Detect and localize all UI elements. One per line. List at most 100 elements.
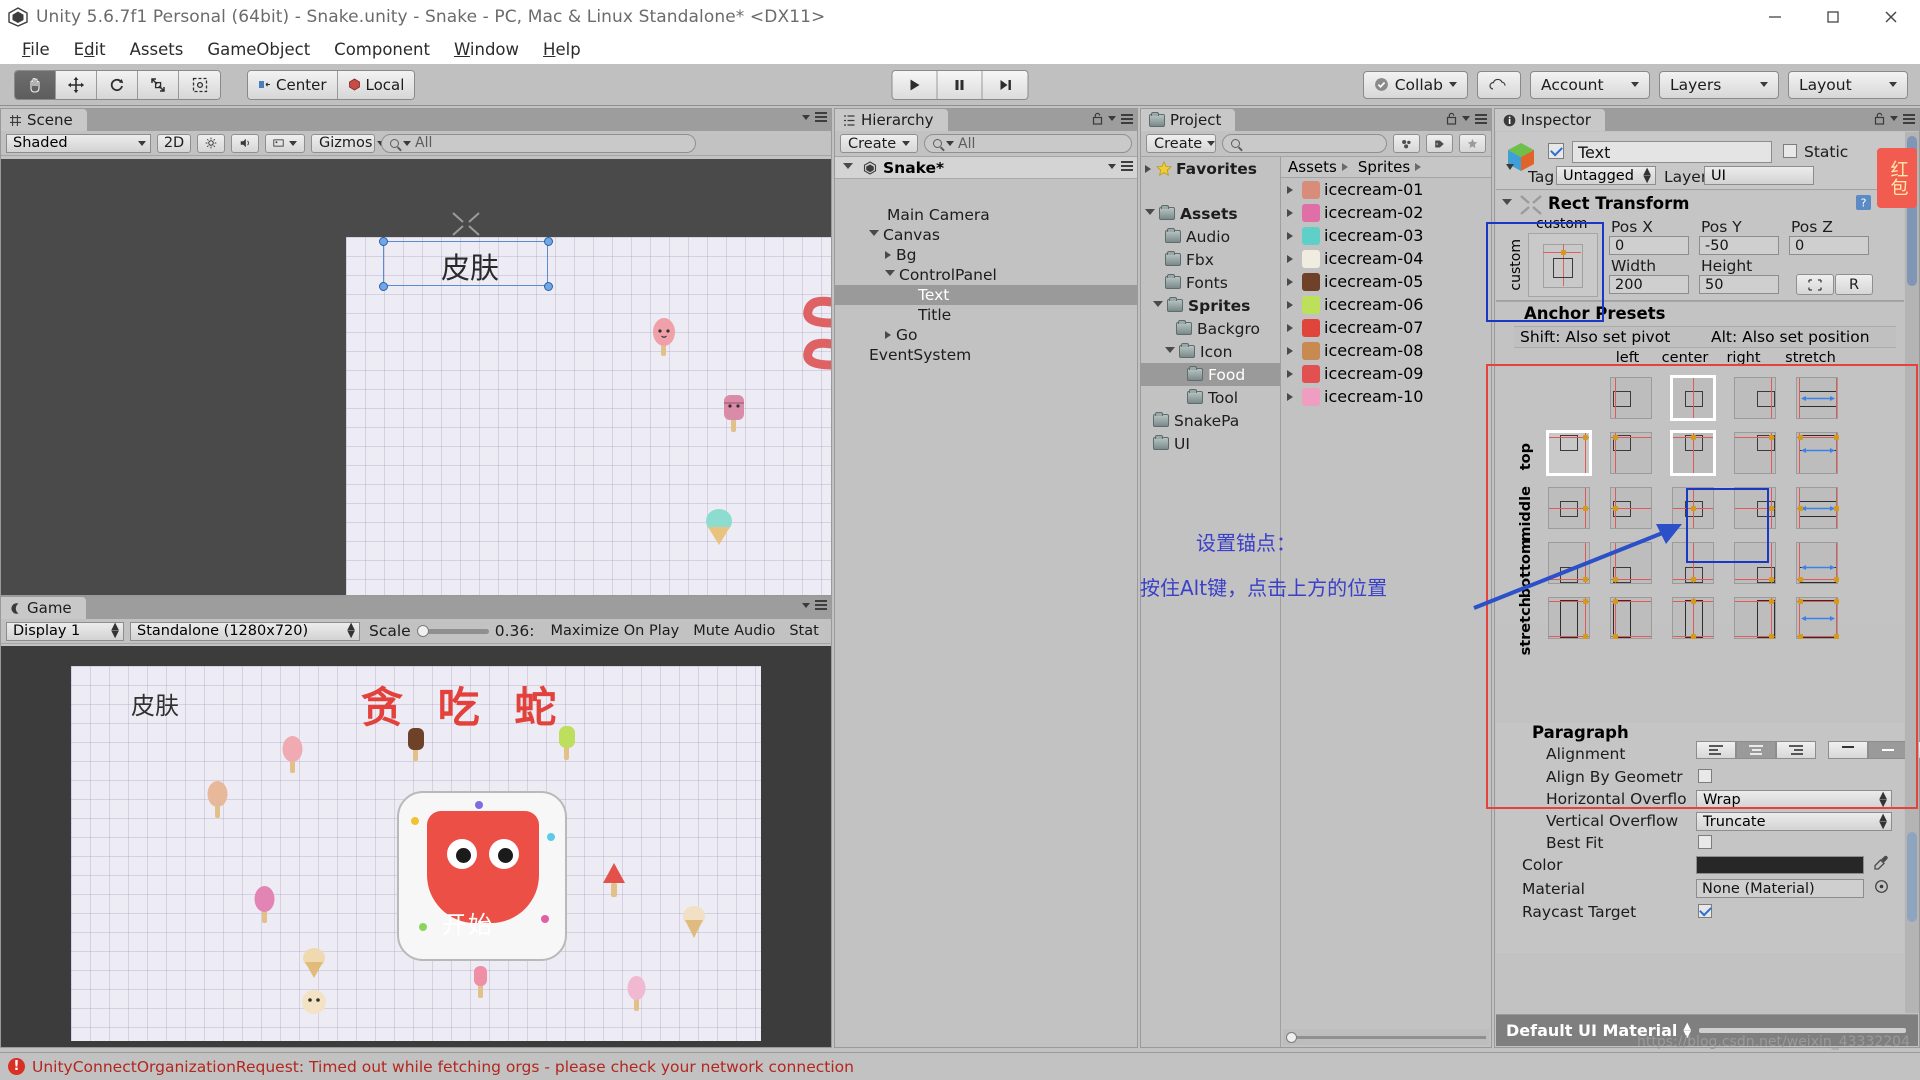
hierarchy-item-text[interactable]: Text xyxy=(835,285,1137,305)
project-tree-sprites[interactable]: Sprites xyxy=(1141,294,1280,317)
scene-search-input[interactable]: All xyxy=(381,133,696,153)
chevron-down-icon[interactable] xyxy=(1502,199,1512,209)
hierarchy-item-go[interactable]: Go xyxy=(835,325,1137,345)
scene-handle-tl[interactable] xyxy=(379,237,388,246)
rotate-tool-icon[interactable] xyxy=(97,70,138,99)
breadcrumb-assets[interactable]: Assets xyxy=(1288,158,1337,176)
project-tree-icon[interactable]: Icon xyxy=(1141,340,1280,363)
vertical-overflow-dropdown[interactable]: Truncate ▲ ▼ xyxy=(1696,812,1892,831)
display-dropdown[interactable]: Display 1 ▲ ▼ xyxy=(6,621,124,641)
step-button[interactable] xyxy=(982,70,1028,99)
project-tree-fonts[interactable]: Fonts xyxy=(1141,271,1280,294)
close-icon[interactable] xyxy=(1862,0,1920,34)
chevron-right-icon[interactable] xyxy=(1287,369,1293,378)
project-tab-menu[interactable] xyxy=(1446,112,1487,125)
project-tree-snakepart[interactable]: SnakePa xyxy=(1141,409,1280,432)
menu-assets[interactable]: Assets xyxy=(118,38,196,61)
hand-tool-icon[interactable] xyxy=(15,70,56,99)
best-fit-checkbox[interactable] xyxy=(1698,835,1712,849)
chevron-right-icon[interactable] xyxy=(1287,346,1293,355)
effects-icon[interactable] xyxy=(265,133,305,153)
blueprint-mode-button[interactable] xyxy=(1796,274,1834,295)
project-tree-background[interactable]: Backgro xyxy=(1141,317,1280,340)
chevron-right-icon[interactable] xyxy=(1287,392,1293,401)
filter-by-favorite-icon[interactable] xyxy=(1459,134,1486,153)
inspector-scroll-thumb-lower[interactable] xyxy=(1907,832,1917,922)
chevron-right-icon[interactable] xyxy=(885,251,891,259)
gizmos-button[interactable]: Gizmos xyxy=(311,133,386,153)
scene-handle-tr[interactable] xyxy=(544,237,553,246)
rect-tool-icon[interactable] xyxy=(179,70,220,99)
menu-gameobject[interactable]: GameObject xyxy=(195,38,322,61)
menu-help[interactable]: Help xyxy=(531,38,593,61)
menu-icon[interactable] xyxy=(815,112,827,122)
asset-row[interactable]: icecream-10 xyxy=(1281,385,1491,408)
hierarchy-scene-row[interactable]: Snake* xyxy=(835,157,1137,179)
color-swatch[interactable] xyxy=(1696,856,1864,874)
chevron-right-icon[interactable] xyxy=(1287,323,1293,332)
asset-row[interactable]: icecream-05 xyxy=(1281,270,1491,293)
hongbao-badge[interactable]: 红包 xyxy=(1877,148,1917,208)
game-viewport[interactable]: 皮肤 贪 吃 蛇 开始 xyxy=(1,646,831,1047)
project-tree-assets[interactable]: Assets xyxy=(1141,202,1280,225)
project-tree-tool[interactable]: Tool xyxy=(1141,386,1280,409)
move-tool-icon[interactable] xyxy=(56,70,97,99)
breadcrumb-sprites[interactable]: Sprites xyxy=(1358,158,1410,176)
scene-handle-br[interactable] xyxy=(544,282,553,291)
menu-icon[interactable] xyxy=(815,600,827,610)
inspector-tab-menu[interactable] xyxy=(1874,112,1915,125)
project-zoom-slider[interactable] xyxy=(1283,1029,1489,1045)
scale-slider-group[interactable]: Scale 0.36: xyxy=(369,622,534,640)
hierarchy-item-eventsystem[interactable]: EventSystem xyxy=(835,345,1137,365)
scene-handle-bl[interactable] xyxy=(379,282,388,291)
hierarchy-item-title[interactable]: Title xyxy=(835,305,1137,325)
scene-viewport[interactable]: 皮肤 xyxy=(1,159,831,595)
pivot-rotation-button[interactable]: Local xyxy=(337,70,415,99)
filter-by-type-icon[interactable] xyxy=(1393,134,1420,153)
chevron-right-icon[interactable] xyxy=(1287,300,1293,309)
asset-row[interactable]: icecream-09 xyxy=(1281,362,1491,385)
chevron-down-icon[interactable] xyxy=(869,230,879,240)
project-tree-favorites[interactable]: Favorites xyxy=(1141,157,1280,180)
asset-row[interactable]: icecream-08 xyxy=(1281,339,1491,362)
layers-button[interactable]: Layers xyxy=(1659,70,1779,99)
object-enabled-checkbox[interactable] xyxy=(1548,143,1564,159)
static-checkbox[interactable] xyxy=(1783,144,1797,158)
chevron-right-icon[interactable] xyxy=(1287,185,1293,194)
pos-y-input[interactable]: -50 xyxy=(1699,236,1779,255)
hierarchy-search-input[interactable]: All xyxy=(924,134,1132,153)
audio-icon[interactable] xyxy=(231,133,259,153)
height-input[interactable]: 50 xyxy=(1699,275,1779,294)
menu-window[interactable]: Window xyxy=(442,38,531,61)
menu-icon[interactable] xyxy=(1903,113,1915,124)
chevron-right-icon[interactable] xyxy=(885,331,891,339)
chevron-down-icon[interactable] xyxy=(1153,300,1163,311)
help-icon[interactable]: ? xyxy=(1855,194,1872,215)
object-name-input[interactable]: Text xyxy=(1572,141,1772,163)
menu-edit[interactable]: Edit xyxy=(62,38,118,61)
shading-mode-dropdown[interactable]: Shaded xyxy=(6,133,151,153)
hierarchy-scene-menu[interactable] xyxy=(1108,161,1133,171)
chevron-down-icon[interactable] xyxy=(1165,346,1175,357)
asset-row[interactable]: icecream-07 xyxy=(1281,316,1491,339)
game-start-card[interactable]: 开始 xyxy=(397,791,567,961)
tag-dropdown[interactable]: Untagged ▲ ▼ xyxy=(1556,166,1656,185)
pos-z-input[interactable]: 0 xyxy=(1789,236,1869,255)
project-search-input[interactable] xyxy=(1222,134,1387,153)
menu-icon[interactable] xyxy=(1121,161,1133,171)
target-icon[interactable] xyxy=(1874,879,1889,898)
project-tree-food[interactable]: Food xyxy=(1141,363,1280,386)
hierarchy-item-canvas[interactable]: Canvas xyxy=(835,225,1137,245)
hierarchy-tab-menu[interactable] xyxy=(1092,112,1133,125)
scale-tool-icon[interactable] xyxy=(138,70,179,99)
filter-by-label-icon[interactable] xyxy=(1426,134,1453,153)
asset-row[interactable]: icecream-06 xyxy=(1281,293,1491,316)
chevron-down-icon[interactable] xyxy=(843,162,853,173)
asset-row[interactable]: icecream-04 xyxy=(1281,247,1491,270)
chevron-right-icon[interactable] xyxy=(1145,164,1151,173)
tab-project[interactable]: Project xyxy=(1141,109,1236,131)
layer-dropdown[interactable]: UI xyxy=(1704,166,1814,185)
chevron-down-icon[interactable] xyxy=(885,270,895,280)
raw-edit-button[interactable]: R xyxy=(1835,274,1873,295)
chevron-right-icon[interactable] xyxy=(1287,231,1293,240)
